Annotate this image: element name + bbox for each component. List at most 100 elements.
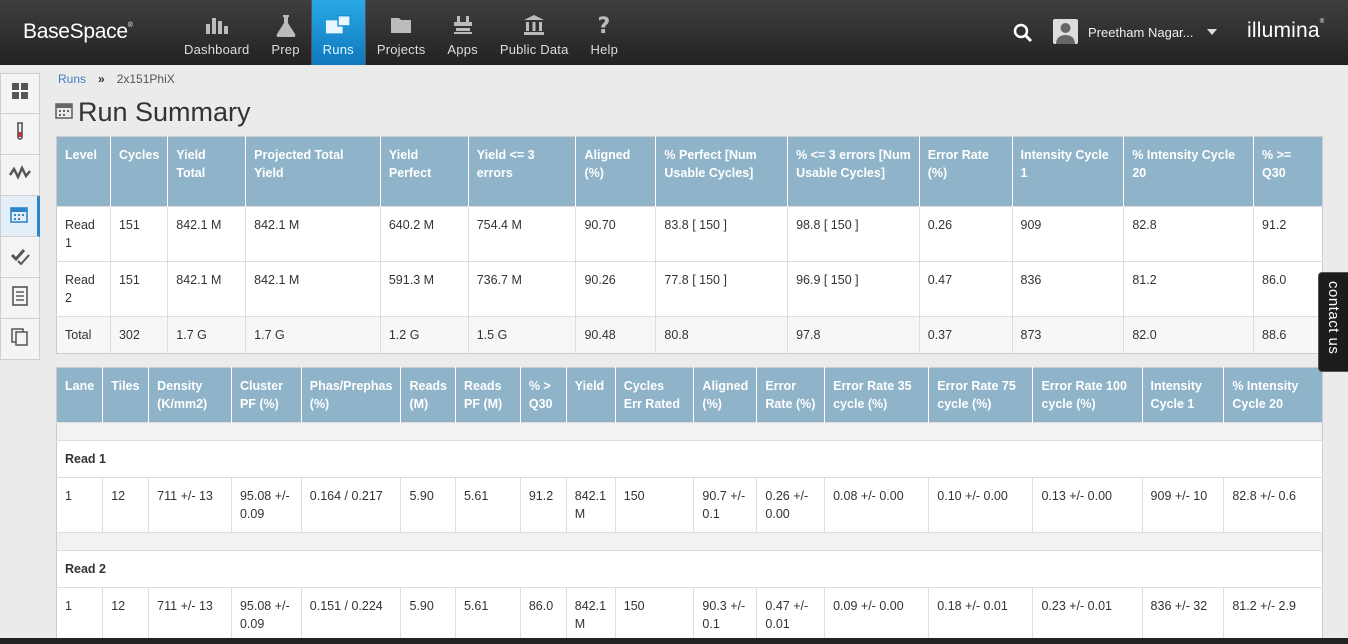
- nav-dashboard[interactable]: Dashboard: [173, 0, 260, 65]
- summary-cell: 302: [110, 316, 169, 354]
- lane-cell: 0.10 +/- 0.00: [928, 477, 1034, 533]
- lane-header-cell[interactable]: Reads PF (M): [455, 367, 521, 423]
- lane-header-cell[interactable]: Density (K/mm2): [148, 367, 232, 423]
- sidebar-item-overview[interactable]: [0, 73, 40, 114]
- lane-cell: 0.164 / 0.217: [301, 477, 402, 533]
- summary-cell: 873: [1012, 316, 1125, 354]
- folder-icon: [388, 13, 414, 37]
- summary-cell: Total: [56, 316, 111, 354]
- sidebar-item-files[interactable]: [0, 319, 40, 360]
- lane-header-cell[interactable]: Tiles: [102, 367, 150, 423]
- lane-header-cell[interactable]: Cluster PF (%): [231, 367, 302, 423]
- contact-us-tab[interactable]: contact us: [1318, 272, 1348, 372]
- group-spacer-cell: [56, 532, 1323, 551]
- nav-projects-label: Projects: [376, 42, 426, 57]
- lane-cell: 5.61: [455, 477, 521, 533]
- lane-header-cell[interactable]: Cycles Err Rated: [615, 367, 695, 423]
- nav-prep[interactable]: Prep: [260, 0, 310, 65]
- chart-line-icon: [8, 164, 31, 186]
- sidebar-item-summary[interactable]: [0, 196, 40, 237]
- summary-header-cell[interactable]: Error Rate (%): [919, 136, 1013, 207]
- lane-header-cell[interactable]: Phas/Prephas (%): [301, 367, 402, 423]
- dashboard-icon: [204, 13, 230, 37]
- summary-cell: 90.26: [575, 261, 657, 317]
- checklist-icon: [10, 245, 30, 270]
- lane-header-cell[interactable]: Error Rate 100 cycle (%): [1032, 367, 1143, 423]
- lane-header-cell[interactable]: Aligned (%): [693, 367, 758, 423]
- group-header-row: Read 1: [56, 440, 1323, 478]
- lane-cell: 90.7 +/- 0.1: [693, 477, 758, 533]
- lane-row: 1 12 711 +/- 13 95.08 +/- 0.09 0.164 / 0.217…: [56, 477, 1323, 533]
- summary-header-cell[interactable]: % Intensity Cycle 20: [1123, 136, 1255, 207]
- group-label: Read 2: [56, 550, 1323, 588]
- lane-cell: 12: [102, 587, 150, 643]
- chevron-down-icon[interactable]: [1207, 29, 1217, 35]
- lane-header-cell[interactable]: Intensity Cycle 1: [1142, 367, 1225, 423]
- logo-text: BaseSpace: [23, 20, 128, 43]
- basespace-logo[interactable]: BaseSpace®: [23, 20, 133, 44]
- lane-header-cell[interactable]: Error Rate (%): [756, 367, 826, 423]
- lane-cell: 0.151 / 0.224: [301, 587, 402, 643]
- calendar-icon: [10, 205, 28, 228]
- lane-cell: 86.0: [520, 587, 567, 643]
- user-name[interactable]: Preetham Nagar...: [1088, 25, 1194, 40]
- summary-header-cell[interactable]: Cycles: [110, 136, 169, 207]
- sidebar-item-logs[interactable]: [0, 278, 40, 319]
- lane-header-cell[interactable]: % Intensity Cycle 20: [1223, 367, 1323, 423]
- lane-cell: 0.26 +/- 0.00: [756, 477, 826, 533]
- lane-cell: 1: [56, 587, 104, 643]
- lane-header-cell[interactable]: % > Q30: [520, 367, 567, 423]
- summary-header-cell[interactable]: Yield Perfect: [380, 136, 469, 207]
- lane-header-cell[interactable]: Lane: [56, 367, 104, 423]
- test-tube-icon: [13, 121, 27, 147]
- summary-cell: 1.2 G: [380, 316, 469, 354]
- summary-cell: 96.9 [ 150 ]: [787, 261, 920, 317]
- lane-header-cell[interactable]: Error Rate 75 cycle (%): [928, 367, 1034, 423]
- breadcrumb: Runs » 2x151PhiX: [58, 72, 175, 86]
- sidebar-item-indexing[interactable]: [0, 237, 40, 278]
- summary-header-cell[interactable]: Yield <= 3 errors: [468, 136, 577, 207]
- sidebar-item-samples[interactable]: [0, 114, 40, 155]
- summary-header-cell[interactable]: Aligned (%): [575, 136, 657, 207]
- lane-cell: 711 +/- 13: [148, 587, 232, 643]
- lane-header-cell[interactable]: Error Rate 35 cycle (%): [824, 367, 930, 423]
- lane-cell: 836 +/- 32: [1142, 587, 1225, 643]
- summary-cell: 80.8: [655, 316, 789, 354]
- nav-projects[interactable]: Projects: [366, 0, 437, 65]
- summary-cell: 81.2: [1123, 261, 1255, 317]
- apps-icon: [450, 13, 476, 37]
- search-icon[interactable]: [1013, 23, 1033, 48]
- lane-cell: 909 +/- 10: [1142, 477, 1225, 533]
- lane-body: Read 1 1 12 711 +/- 13 95.08 +/- 0.09 0.164 /…: [56, 422, 1323, 643]
- lane-cell: 5.90: [400, 477, 456, 533]
- brand-registered-mark: ®: [1319, 19, 1325, 25]
- summary-cell: 842.1 M: [245, 206, 381, 262]
- contact-us-label: contact us: [1325, 281, 1342, 355]
- summary-cell: 1.7 G: [167, 316, 247, 354]
- main-nav: Dashboard Prep Runs Projects Apps Public…: [173, 0, 629, 65]
- summary-header-cell[interactable]: % <= 3 errors [Num Usable Cycles]: [787, 136, 920, 207]
- grid-icon: [11, 82, 29, 105]
- summary-cell: 754.4 M: [468, 206, 577, 262]
- logo-registered-mark: ®: [127, 22, 133, 29]
- nav-apps[interactable]: Apps: [436, 0, 488, 65]
- nav-help[interactable]: ? Help: [580, 0, 630, 65]
- summary-header-cell[interactable]: Yield Total: [167, 136, 247, 207]
- sidebar-item-charts[interactable]: [0, 155, 40, 196]
- summary-header-cell[interactable]: Level: [56, 136, 111, 207]
- lane-header-cell[interactable]: Yield: [566, 367, 616, 423]
- avatar[interactable]: [1053, 19, 1078, 44]
- summary-header-cell[interactable]: % Perfect [Num Usable Cycles]: [655, 136, 789, 207]
- summary-cell: 83.8 [ 150 ]: [655, 206, 789, 262]
- summary-header-cell[interactable]: Projected Total Yield: [245, 136, 381, 207]
- lane-header-cell[interactable]: Reads (M): [400, 367, 456, 423]
- summary-cell: 842.1 M: [167, 206, 247, 262]
- breadcrumb-runs-link[interactable]: Runs: [58, 72, 86, 86]
- summary-header-cell[interactable]: Intensity Cycle 1: [1012, 136, 1125, 207]
- calendar-icon: [55, 101, 73, 124]
- summary-header-cell[interactable]: % >= Q30: [1253, 136, 1323, 207]
- nav-public-data[interactable]: Public Data: [489, 0, 580, 65]
- nav-runs[interactable]: Runs: [310, 0, 366, 65]
- summary-cell: 90.48: [575, 316, 657, 354]
- lane-cell: 12: [102, 477, 150, 533]
